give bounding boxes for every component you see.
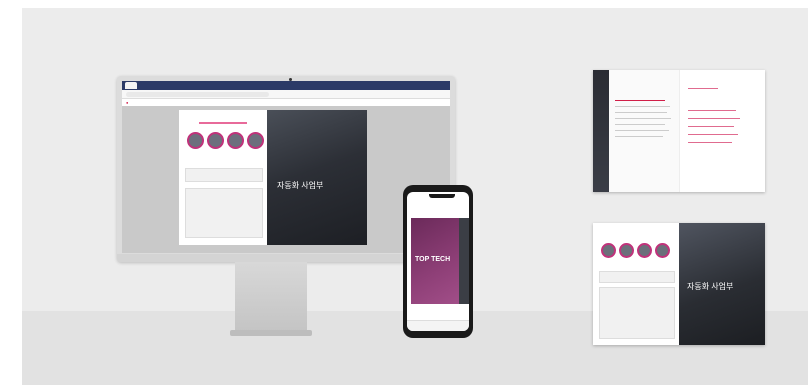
header-rule xyxy=(199,122,247,124)
phone-title: TOP TECH xyxy=(415,256,451,263)
profile-photo xyxy=(227,132,244,149)
list-line xyxy=(688,142,732,143)
spread-photo-strip xyxy=(593,70,609,192)
monitor-screen: ● 자동화 사업부 xyxy=(122,81,450,253)
profile-photo xyxy=(247,132,264,149)
site-logo: ● xyxy=(126,100,129,105)
phone-toolbar xyxy=(407,320,469,331)
camera-icon xyxy=(289,78,292,81)
monitor-stand xyxy=(235,262,307,332)
text-line xyxy=(615,118,671,119)
text-line xyxy=(615,130,669,131)
hero-title: 자동화 사업부 xyxy=(277,181,324,190)
text-line xyxy=(615,112,667,113)
partner-logos xyxy=(599,271,675,283)
profile-photo xyxy=(655,243,670,258)
list-line xyxy=(688,88,718,89)
list-line xyxy=(688,110,736,111)
partner-logos xyxy=(185,168,263,182)
text-line xyxy=(615,124,665,125)
profile-photo xyxy=(207,132,224,149)
profile-photo xyxy=(637,243,652,258)
hero-title: 자동화 사업부 xyxy=(687,282,734,291)
brochure-spread-inner xyxy=(593,70,765,192)
monitor-base xyxy=(230,330,312,336)
text-line xyxy=(615,100,665,101)
product-grid xyxy=(599,287,675,339)
product-grid xyxy=(185,188,263,238)
list-line xyxy=(688,126,734,127)
profile-photo xyxy=(601,243,616,258)
mockup-stage: ● 자동화 사업부 TOP TECH 자동화 사업부 xyxy=(22,8,808,385)
text-line xyxy=(615,136,663,137)
brochure-spread-cover: 자동화 사업부 xyxy=(593,223,765,345)
browser-url-bar xyxy=(122,90,450,99)
text-line xyxy=(615,106,670,107)
phone-photo-strip xyxy=(459,218,469,304)
spread-text-page xyxy=(609,70,679,192)
brochure-page-right: 자동화 사업부 xyxy=(267,110,367,245)
list-line xyxy=(688,134,738,135)
spread-hero-page: 자동화 사업부 xyxy=(679,223,765,345)
profile-photo xyxy=(619,243,634,258)
smartphone: TOP TECH xyxy=(403,185,473,338)
phone-notch xyxy=(429,194,455,198)
spread-profile-page xyxy=(593,223,679,345)
browser-tab-bar xyxy=(122,81,450,90)
brochure-page-left xyxy=(179,110,267,245)
phone-screen: TOP TECH xyxy=(407,192,469,331)
phone-cover: TOP TECH xyxy=(411,218,459,304)
profile-photo xyxy=(187,132,204,149)
browser-tab[interactable] xyxy=(125,82,137,89)
list-line xyxy=(688,118,740,119)
flipbook-viewer: 자동화 사업부 xyxy=(122,106,450,253)
spread-list-page xyxy=(679,70,765,192)
url-field[interactable] xyxy=(126,91,269,97)
